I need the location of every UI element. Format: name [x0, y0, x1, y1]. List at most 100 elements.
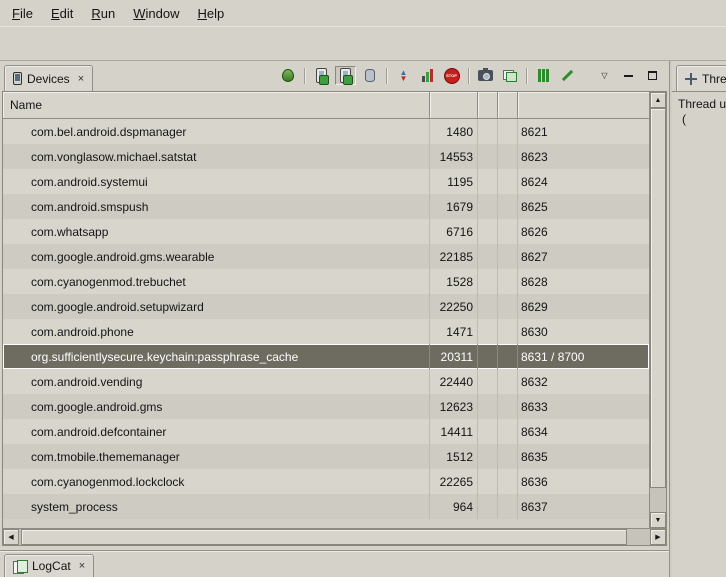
- column-header-port[interactable]: [518, 92, 649, 119]
- close-icon[interactable]: ×: [79, 560, 85, 572]
- toolbar-separator: [526, 68, 527, 84]
- scroll-up-icon[interactable]: ▲: [650, 92, 666, 108]
- process-name-cell: com.vonglasow.michael.satstat: [3, 144, 430, 169]
- process-port-cell: 8635: [518, 444, 649, 469]
- table-row[interactable]: com.cyanogenmod.trebuchet 1528 8628: [3, 269, 649, 294]
- menu-edit[interactable]: Edit: [42, 2, 82, 25]
- table-row[interactable]: com.google.android.setupwizard 22250 862…: [3, 294, 649, 319]
- tab-threads[interactable]: Threads: [676, 65, 726, 91]
- table-row[interactable]: com.google.android.gms 12623 8633: [3, 394, 649, 419]
- horizontal-scrollbar[interactable]: ◀ ▶: [3, 528, 666, 545]
- stop-process-icon[interactable]: STOP: [441, 66, 462, 85]
- column-header-name[interactable]: Name: [3, 92, 430, 119]
- vertical-scroll-thumb[interactable]: [650, 108, 666, 488]
- debug-bug-icon[interactable]: [277, 66, 298, 85]
- camera-icon: [478, 70, 493, 81]
- menu-file[interactable]: File: [3, 2, 42, 25]
- threads-icon: [685, 73, 697, 85]
- toolbar-separator: [304, 68, 305, 84]
- process-pid-cell: 22250: [430, 294, 478, 319]
- view-menu-icon[interactable]: ▽: [594, 66, 615, 85]
- table-row[interactable]: com.android.smspush 1679 8625: [3, 194, 649, 219]
- phone-heap-icon: [316, 68, 327, 83]
- minimize-glyph-icon: [624, 74, 633, 77]
- menu-bar: File Edit Run Window Help: [0, 0, 726, 26]
- process-pid-cell: 1195: [430, 169, 478, 194]
- table-row[interactable]: com.cyanogenmod.lockclock 22265 8636: [3, 469, 649, 494]
- table-row[interactable]: com.google.android.gms.wearable 22185 86…: [3, 244, 649, 269]
- process-name-cell: com.android.systemui: [3, 169, 430, 194]
- process-empty-cell: [498, 444, 518, 469]
- vertical-scrollbar[interactable]: ▲ ▼: [649, 92, 666, 528]
- cause-gc-icon[interactable]: [359, 66, 380, 85]
- bug-icon: [282, 69, 294, 82]
- tab-devices[interactable]: Devices ×: [4, 65, 93, 91]
- menu-window[interactable]: Window: [124, 2, 188, 25]
- horizontal-scroll-thumb[interactable]: [21, 529, 627, 545]
- close-icon[interactable]: ×: [78, 73, 84, 85]
- tab-devices-label: Devices: [27, 72, 70, 86]
- maximize-icon[interactable]: [642, 66, 663, 85]
- tab-logcat[interactable]: LogCat ×: [4, 554, 94, 577]
- process-name-cell: com.cyanogenmod.trebuchet: [3, 269, 430, 294]
- column-header-blank2[interactable]: [498, 92, 518, 119]
- menu-help[interactable]: Help: [188, 2, 233, 25]
- process-port-cell: 8624: [518, 169, 649, 194]
- main-area: Devices × ▲ ▼: [0, 61, 726, 577]
- minimize-icon[interactable]: [618, 66, 639, 85]
- table-row[interactable]: com.android.defcontainer 14411 8634: [3, 419, 649, 444]
- update-heap-icon[interactable]: [311, 66, 332, 85]
- process-name-cell: com.android.phone: [3, 319, 430, 344]
- table-row[interactable]: com.tmobile.thememanager 1512 8635: [3, 444, 649, 469]
- method-profiling-icon[interactable]: [417, 66, 438, 85]
- process-empty-cell: [478, 294, 498, 319]
- process-pid-cell: 20311: [430, 344, 478, 369]
- table-row[interactable]: com.android.systemui 1195 8624: [3, 169, 649, 194]
- table-header: Name: [3, 92, 649, 119]
- table-row[interactable]: com.bel.android.dspmanager 1480 8621: [3, 119, 649, 144]
- scroll-down-icon[interactable]: ▼: [650, 512, 666, 528]
- scroll-left-icon[interactable]: ◀: [3, 529, 19, 545]
- process-name-cell: system_process: [3, 494, 430, 519]
- screen-capture-icon[interactable]: [475, 66, 496, 85]
- vertical-scroll-track[interactable]: [650, 108, 666, 512]
- tab-logcat-label: LogCat: [32, 559, 71, 573]
- horizontal-scroll-track[interactable]: [19, 529, 650, 545]
- process-pid-cell: 22265: [430, 469, 478, 494]
- table-row[interactable]: com.vonglasow.michael.satstat 14553 8623: [3, 144, 649, 169]
- table-row[interactable]: system_process 964 8637: [3, 494, 649, 519]
- process-port-cell: 8632: [518, 369, 649, 394]
- process-port-cell: 8623: [518, 144, 649, 169]
- column-header-blank1[interactable]: [478, 92, 498, 119]
- tab-threads-label: Threads: [702, 72, 726, 86]
- hierarchy-view-icon[interactable]: [499, 66, 520, 85]
- menu-run[interactable]: Run: [82, 2, 124, 25]
- table-row[interactable]: com.whatsapp 6716 8626: [3, 219, 649, 244]
- process-pid-cell: 1480: [430, 119, 478, 144]
- phone-hprof-icon: [340, 68, 351, 83]
- bars-icon: [422, 69, 433, 82]
- diagonal-arrow-icon[interactable]: [557, 66, 578, 85]
- dump-hprof-icon[interactable]: [335, 66, 356, 85]
- threads-tabbar: Threads: [672, 61, 726, 91]
- process-port-cell: 8625: [518, 194, 649, 219]
- process-table-main: Name com.bel.android.dspmanager 1480 862…: [3, 92, 666, 528]
- update-threads-icon[interactable]: ▲ ▼: [393, 66, 414, 85]
- chevron-down-icon: ▽: [601, 71, 607, 80]
- process-port-cell: 8633: [518, 394, 649, 419]
- process-empty-cell: [478, 394, 498, 419]
- green-columns-icon[interactable]: [533, 66, 554, 85]
- process-empty-cell: [498, 344, 518, 369]
- devices-column: Devices × ▲ ▼: [0, 61, 669, 577]
- process-name-cell: com.bel.android.dspmanager: [3, 119, 430, 144]
- table-row[interactable]: org.sufficientlysecure.keychain:passphra…: [3, 344, 649, 369]
- process-empty-cell: [498, 294, 518, 319]
- maximize-glyph-icon: [648, 71, 657, 80]
- scroll-right-icon[interactable]: ▶: [650, 529, 666, 545]
- table-row[interactable]: com.android.phone 1471 8630: [3, 319, 649, 344]
- column-header-pid[interactable]: [430, 92, 478, 119]
- process-name-cell: com.google.android.setupwizard: [3, 294, 430, 319]
- process-pid-cell: 964: [430, 494, 478, 519]
- device-icon: [13, 72, 22, 85]
- table-row[interactable]: com.android.vending 22440 8632: [3, 369, 649, 394]
